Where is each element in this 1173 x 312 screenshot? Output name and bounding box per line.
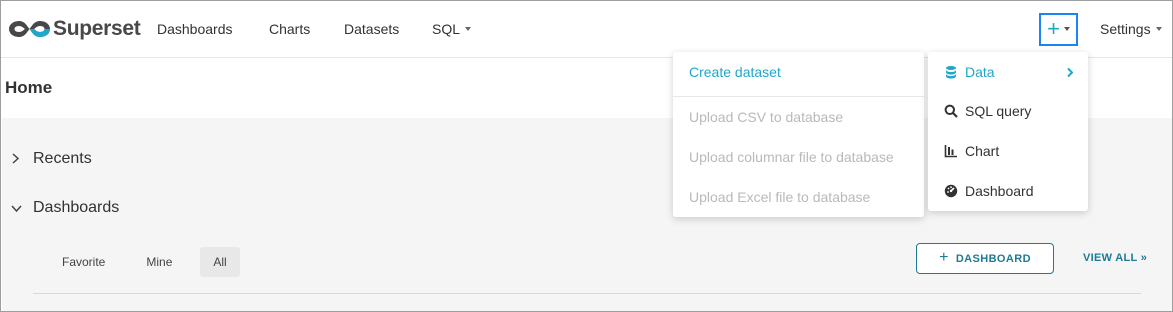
recents-label: Recents bbox=[33, 150, 92, 167]
nav-datasets[interactable]: Datasets bbox=[344, 21, 399, 37]
menu-item-upload-csv[interactable]: Upload CSV to database bbox=[689, 109, 843, 125]
plus-icon: + bbox=[939, 248, 949, 266]
nav-settings[interactable]: Settings bbox=[1100, 21, 1162, 37]
menu-item-chart-label: Chart bbox=[965, 143, 1000, 159]
bar-chart-icon bbox=[944, 145, 957, 158]
tab-all[interactable]: All bbox=[200, 247, 240, 277]
nav-dashboards[interactable]: Dashboards bbox=[157, 21, 233, 37]
menu-divider bbox=[673, 96, 924, 97]
chevron-down-icon bbox=[1063, 26, 1070, 31]
menu-item-sql-query-label: SQL query bbox=[965, 103, 1032, 119]
new-item-menu: Data SQL query Chart Dashboard bbox=[928, 52, 1088, 211]
app-window: Superset Dashboards Charts Datasets SQL … bbox=[0, 0, 1173, 312]
nav-sql[interactable]: SQL bbox=[432, 21, 472, 37]
menu-item-upload-excel[interactable]: Upload Excel file to database bbox=[689, 189, 870, 205]
recents-collapse[interactable]: Recents bbox=[11, 150, 92, 168]
menu-item-chart[interactable]: Chart bbox=[944, 143, 999, 159]
search-icon bbox=[944, 104, 958, 118]
superset-logo[interactable]: Superset bbox=[8, 14, 141, 44]
dashboard-icon bbox=[944, 184, 958, 198]
add-dashboard-label: DASHBOARD bbox=[955, 252, 1031, 265]
data-submenu: Create dataset Upload CSV to database Up… bbox=[673, 52, 924, 217]
menu-item-upload-columnar[interactable]: Upload columnar file to database bbox=[689, 149, 894, 165]
menu-item-sql-query[interactable]: SQL query bbox=[944, 103, 1031, 119]
dashboard-filter-tabs: Favorite Mine All bbox=[49, 247, 255, 277]
dashboards-label: Dashboards bbox=[33, 199, 120, 216]
section-divider bbox=[33, 293, 1141, 294]
dashboards-collapse[interactable]: Dashboards bbox=[11, 199, 119, 217]
add-dashboard-button[interactable]: + DASHBOARD bbox=[916, 243, 1054, 274]
nav-sql-label: SQL bbox=[432, 21, 461, 37]
new-item-button[interactable]: + bbox=[1039, 13, 1078, 46]
top-navbar: Superset Dashboards Charts Datasets SQL … bbox=[1, 1, 1172, 58]
menu-item-dashboard[interactable]: Dashboard bbox=[944, 183, 1034, 199]
chevron-right-icon bbox=[11, 152, 25, 167]
nav-settings-label: Settings bbox=[1100, 21, 1151, 37]
page-title: Home bbox=[5, 78, 53, 97]
tab-favorite[interactable]: Favorite bbox=[49, 247, 118, 277]
chevron-down-icon bbox=[1155, 27, 1162, 32]
plus-icon: + bbox=[1047, 15, 1060, 41]
brand-name: Superset bbox=[53, 17, 141, 40]
menu-item-data-label: Data bbox=[965, 64, 995, 80]
nav-charts[interactable]: Charts bbox=[269, 21, 310, 37]
database-icon bbox=[946, 66, 956, 79]
chevron-down-icon bbox=[11, 201, 25, 216]
menu-item-create-dataset[interactable]: Create dataset bbox=[689, 64, 781, 80]
menu-item-data[interactable]: Data bbox=[944, 64, 995, 80]
menu-item-dashboard-label: Dashboard bbox=[965, 183, 1034, 199]
view-all-link[interactable]: VIEW ALL » bbox=[1083, 252, 1147, 264]
chevron-right-icon bbox=[1066, 65, 1074, 81]
superset-logo-icon bbox=[9, 21, 50, 37]
tab-mine[interactable]: Mine bbox=[133, 247, 185, 277]
chevron-down-icon bbox=[465, 27, 472, 32]
